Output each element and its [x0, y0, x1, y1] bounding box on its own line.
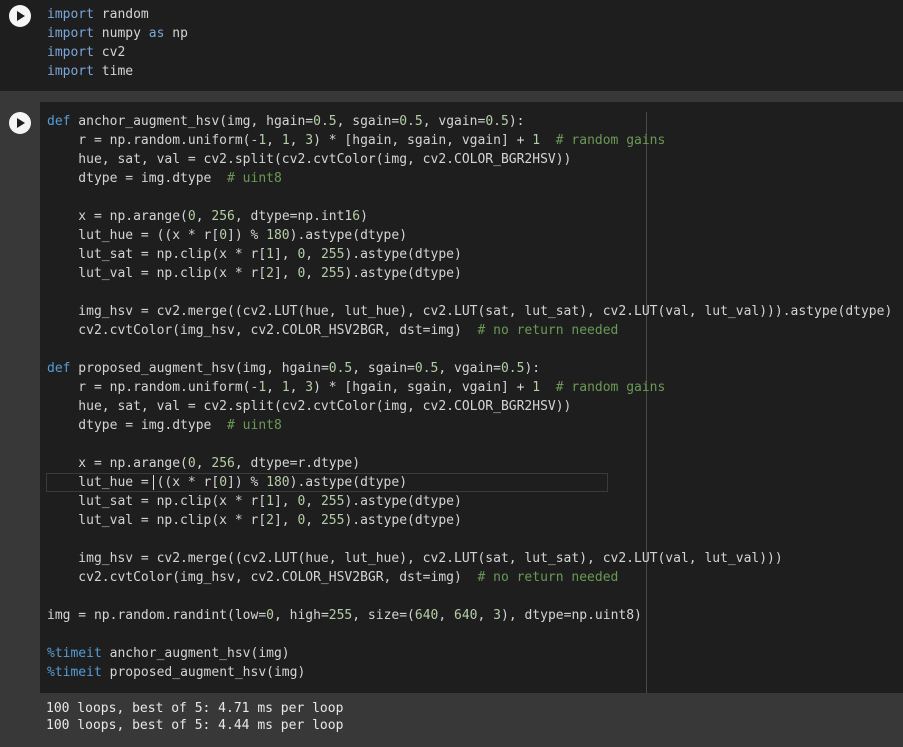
code-line: cv2.cvtColor(img_hsv, cv2.COLOR_HSV2BGR,… [47, 323, 619, 338]
code-line: hue, sat, val = cv2.split(cv2.cvtColor(i… [47, 399, 572, 414]
code-cell-benchmark[interactable]: def anchor_augment_hsv(img, hgain=0.5, s… [0, 102, 903, 693]
code-line: lut_val = np.clip(x * r[2], 0, 255).asty… [47, 266, 462, 281]
code-line: import cv2 [47, 43, 188, 62]
code-line: lut_sat = np.clip(x * r[1], 0, 255).asty… [47, 247, 462, 262]
code-text: time [93, 64, 134, 79]
code-line: r = np.random.uniform(-1, 1, 3) * [hgain… [47, 380, 666, 395]
code-text: cv2 [93, 45, 126, 60]
cell-editor[interactable]: import random import numpy as np import … [47, 5, 188, 81]
cell-editor[interactable]: def anchor_augment_hsv(img, hgain=0.5, s… [40, 102, 903, 693]
cell-separator [0, 91, 903, 102]
code-line: def proposed_augment_hsv(img, hgain=0.5,… [47, 361, 541, 376]
code-line: %timeit proposed_augment_hsv(img) [47, 665, 306, 680]
output-line: 100 loops, best of 5: 4.44 ms per loop [46, 718, 344, 733]
code-lines: def anchor_augment_hsv(img, hgain=0.5, s… [47, 112, 892, 682]
code-line: import numpy as np [47, 24, 188, 43]
code-line: lut_val = np.clip(x * r[2], 0, 255).asty… [47, 513, 462, 528]
code-text: numpy [93, 26, 149, 41]
code-cell-imports[interactable]: import random import numpy as np import … [0, 0, 903, 91]
code-line: def anchor_augment_hsv(img, hgain=0.5, s… [47, 114, 525, 129]
code-line: lut_hue = ((x * r[0]) % 180).astype(dtyp… [47, 228, 408, 243]
code-line: x = np.arange(0, 256, dtype=r.dtype) [47, 456, 361, 471]
keyword: as [148, 26, 165, 41]
keyword: import [47, 26, 94, 41]
code-line: import time [47, 62, 188, 81]
code-line: img = np.random.randint(low=0, high=255,… [47, 608, 642, 623]
run-cell-button[interactable] [9, 5, 31, 27]
keyword: import [47, 7, 94, 22]
run-cell-button[interactable] [9, 112, 31, 134]
code-line: x = np.arange(0, 256, dtype=np.int16) [47, 209, 368, 224]
output-text: 100 loops, best of 5: 4.71 ms per loop 1… [46, 700, 343, 734]
code-text: np [164, 26, 188, 41]
code-line: import random [47, 5, 188, 24]
cell-output: 100 loops, best of 5: 4.71 ms per loop 1… [0, 693, 903, 747]
code-line: img_hsv = cv2.merge((cv2.LUT(hue, lut_hu… [47, 304, 893, 319]
code-line: cv2.cvtColor(img_hsv, cv2.COLOR_HSV2BGR,… [47, 570, 619, 585]
code-line: %timeit anchor_augment_hsv(img) [47, 646, 290, 661]
code-line: hue, sat, val = cv2.split(cv2.cvtColor(i… [47, 152, 572, 167]
keyword: import [47, 64, 94, 79]
code-line: dtype = img.dtype # uint8 [47, 418, 282, 433]
output-line: 100 loops, best of 5: 4.71 ms per loop [46, 701, 344, 716]
code-line: img_hsv = cv2.merge((cv2.LUT(hue, lut_hu… [47, 551, 783, 566]
code-line: lut_sat = np.clip(x * r[1], 0, 255).asty… [47, 494, 462, 509]
code-line: r = np.random.uniform(-1, 1, 3) * [hgain… [47, 133, 666, 148]
code-line: dtype = img.dtype # uint8 [47, 171, 282, 186]
code-line: lut_hue = ((x * r[0]) % 180).astype(dtyp… [47, 475, 408, 490]
keyword: import [47, 45, 94, 60]
code-text: random [93, 7, 149, 22]
